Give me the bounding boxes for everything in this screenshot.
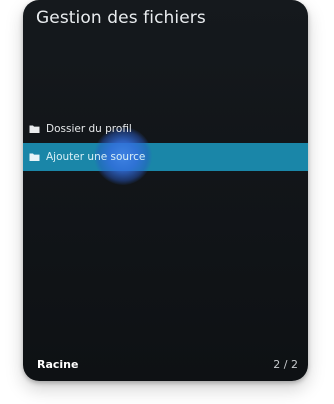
folder-icon xyxy=(29,124,40,134)
current-location-label: Racine xyxy=(37,358,79,371)
list-item-add-source[interactable]: Ajouter une source xyxy=(23,127,308,185)
file-source-list: Dossier du profil Ajouter une source xyxy=(23,115,308,185)
list-item-profile-folder[interactable]: Dossier du profil xyxy=(23,115,308,143)
page-indicator: 2 / 2 xyxy=(273,358,298,371)
folder-icon xyxy=(29,152,40,162)
list-item-label: Dossier du profil xyxy=(46,123,132,135)
file-manager-dialog: Gestion des fichiers Dossier du profil A… xyxy=(23,0,308,381)
screen: Gestion des fichiers Dossier du profil A… xyxy=(0,0,334,404)
page-title: Gestion des fichiers xyxy=(36,8,206,28)
list-item-label: Ajouter une source xyxy=(46,151,146,163)
